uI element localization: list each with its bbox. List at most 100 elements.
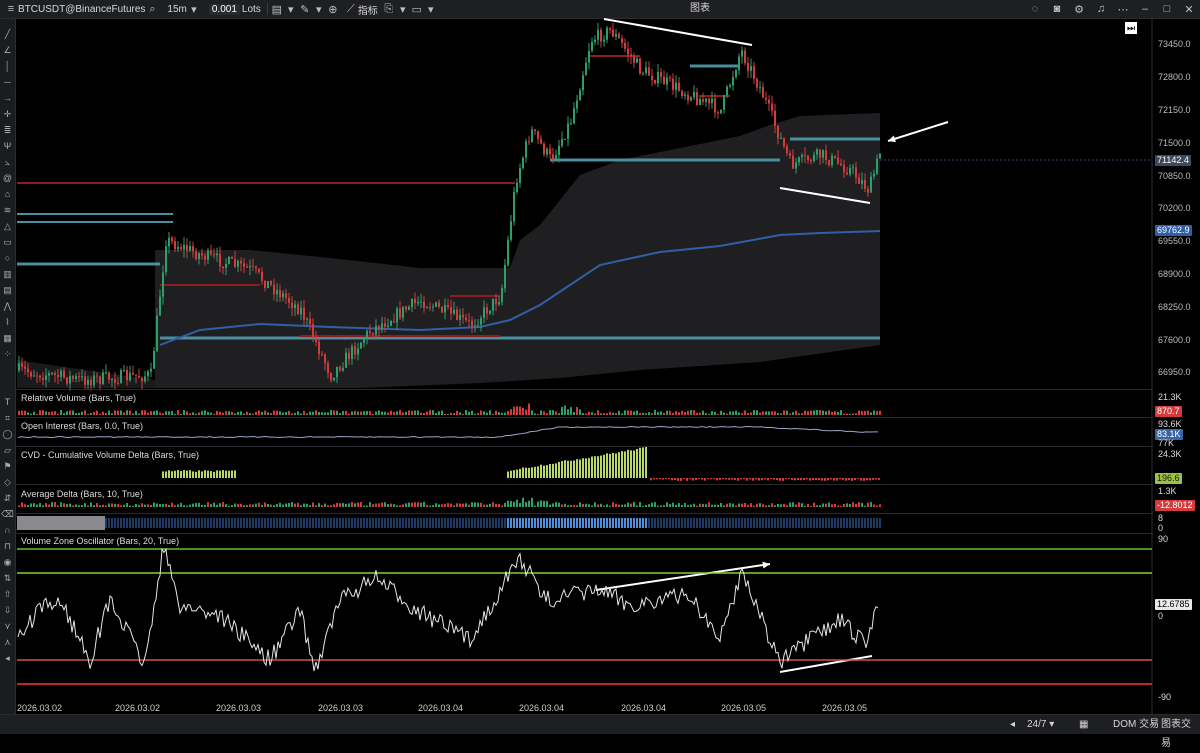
- relative-volume-bar: [231, 411, 233, 415]
- chart-canvas[interactable]: [0, 0, 1200, 733]
- relative-volume-bar: [210, 412, 212, 415]
- heat-strip-segment: [456, 518, 458, 528]
- candle-body: [186, 245, 188, 251]
- relative-volume-bar: [765, 411, 767, 415]
- panel-divider: [16, 446, 1153, 447]
- average-delta-bar: [126, 502, 128, 507]
- candle-body: [414, 299, 416, 304]
- relative-volume-bar: [558, 413, 560, 415]
- relative-volume-bar: [261, 411, 263, 415]
- average-delta-bar: [654, 502, 656, 507]
- average-delta-bar: [216, 504, 218, 507]
- dom-trade-button[interactable]: DOM 交易: [1113, 715, 1159, 734]
- candle-body: [228, 256, 230, 264]
- cvd-bar: [597, 456, 599, 478]
- average-delta-bar: [318, 503, 320, 507]
- average-delta-bar: [438, 504, 440, 507]
- average-delta-bar: [174, 505, 176, 507]
- cvd-bar: [183, 470, 185, 478]
- ma-price-tag: 69762.9: [1155, 225, 1192, 236]
- heat-strip-segment: [480, 518, 482, 528]
- heat-strip-segment: [558, 518, 560, 528]
- heat-strip-segment: [648, 518, 650, 528]
- scroll-left-icon[interactable]: ◂: [1010, 715, 1015, 734]
- heat-strip-segment: [621, 518, 623, 528]
- price-tick: 68900.0: [1158, 269, 1191, 279]
- average-delta-bar: [573, 505, 575, 507]
- cvd-bar: [210, 471, 212, 478]
- relative-volume-bar: [669, 410, 671, 415]
- candle-body: [852, 167, 854, 169]
- relative-volume-bar: [615, 413, 617, 415]
- cvd-bar: [618, 452, 620, 478]
- session-selector[interactable]: 24/7 ▾: [1027, 715, 1054, 734]
- average-delta-bar: [579, 502, 581, 507]
- relative-volume-bar: [744, 410, 746, 415]
- chart-trade-button[interactable]: 图表交易: [1161, 715, 1200, 753]
- candle-body: [789, 153, 791, 156]
- relative-volume-bar: [54, 411, 56, 415]
- cvd-bar: [704, 478, 706, 481]
- relative-volume-bar: [249, 413, 251, 415]
- candle-body: [330, 373, 332, 381]
- relative-volume-bar: [369, 411, 371, 415]
- candle-body: [846, 172, 848, 175]
- relative-volume-bar: [399, 410, 401, 415]
- relative-volume-bar: [270, 413, 272, 415]
- candle-body: [159, 296, 161, 316]
- cvd-bar: [588, 458, 590, 478]
- relative-volume-bar: [189, 413, 191, 415]
- candle-body: [600, 29, 602, 42]
- candle-body: [444, 305, 446, 313]
- average-delta-bar: [93, 505, 95, 507]
- candle-body: [792, 155, 794, 169]
- relative-volume-bar: [51, 411, 53, 415]
- candle-body: [243, 263, 245, 267]
- calendar-icon[interactable]: ▦: [1079, 715, 1088, 734]
- average-delta-bar: [321, 505, 323, 507]
- relative-volume-bar: [333, 410, 335, 415]
- cvd-bar: [737, 478, 739, 481]
- candle-body: [489, 310, 491, 314]
- heat-strip-segment: [687, 518, 689, 528]
- candle-body: [33, 375, 35, 377]
- cvd-bar: [701, 478, 703, 480]
- heat-strip-segment: [189, 518, 191, 528]
- relative-volume-bar: [867, 410, 869, 415]
- heat-strip-segment: [759, 518, 761, 528]
- cvd-bar: [627, 449, 629, 478]
- candle-body: [693, 92, 695, 98]
- candle-body: [627, 48, 629, 55]
- heat-strip-segment: [378, 518, 380, 528]
- candle-body: [252, 265, 254, 267]
- average-delta-bar: [132, 505, 134, 507]
- relative-volume-bar: [501, 412, 503, 415]
- candle-body: [651, 75, 653, 81]
- average-delta-bar: [219, 503, 221, 507]
- cvd-bar: [216, 470, 218, 478]
- candle-body: [642, 73, 644, 75]
- average-delta-bar: [693, 503, 695, 507]
- average-delta-bar: [627, 502, 629, 507]
- candle-body: [312, 323, 314, 338]
- average-delta-bar: [150, 505, 152, 507]
- average-delta-bar: [867, 502, 869, 507]
- average-delta-bar: [348, 503, 350, 507]
- candle-body: [831, 155, 833, 166]
- average-delta-bar: [171, 502, 173, 507]
- heat-strip-segment: [282, 518, 284, 528]
- average-delta-bar: [231, 505, 233, 507]
- cvd-bar: [510, 470, 512, 478]
- average-delta-bar: [600, 503, 602, 507]
- candle-body: [585, 62, 587, 76]
- average-delta-bar: [729, 503, 731, 507]
- candle-body: [438, 302, 440, 307]
- relative-volume-bar: [444, 413, 446, 415]
- relative-volume-bar: [750, 412, 752, 415]
- candle-body: [246, 266, 248, 268]
- relative-volume-bar: [339, 412, 341, 415]
- average-delta-bar: [411, 502, 413, 507]
- heat-strip-segment: [567, 518, 569, 528]
- relative-volume-bar: [474, 413, 476, 415]
- go-to-latest-icon[interactable]: ⏭: [1125, 22, 1137, 34]
